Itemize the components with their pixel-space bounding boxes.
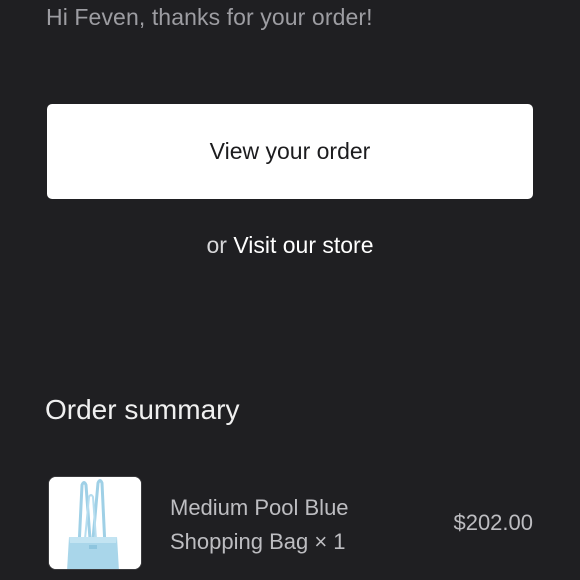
shopping-bag-image <box>49 477 141 569</box>
product-name: Medium Pool Blue Shopping Bag × 1 <box>170 495 349 554</box>
product-thumbnail[interactable] <box>48 476 142 570</box>
visit-store-line: or Visit our store <box>0 232 580 259</box>
greeting-text: Hi Feven, thanks for your order! <box>46 4 373 30</box>
order-summary-title: Order summary <box>45 394 240 425</box>
view-order-button[interactable]: View your order <box>47 104 533 199</box>
product-price: $202.00 <box>453 510 533 535</box>
visit-store-prefix: or <box>206 232 227 258</box>
view-order-label: View your order <box>209 138 371 164</box>
visit-store-link[interactable]: Visit our store <box>233 232 373 258</box>
